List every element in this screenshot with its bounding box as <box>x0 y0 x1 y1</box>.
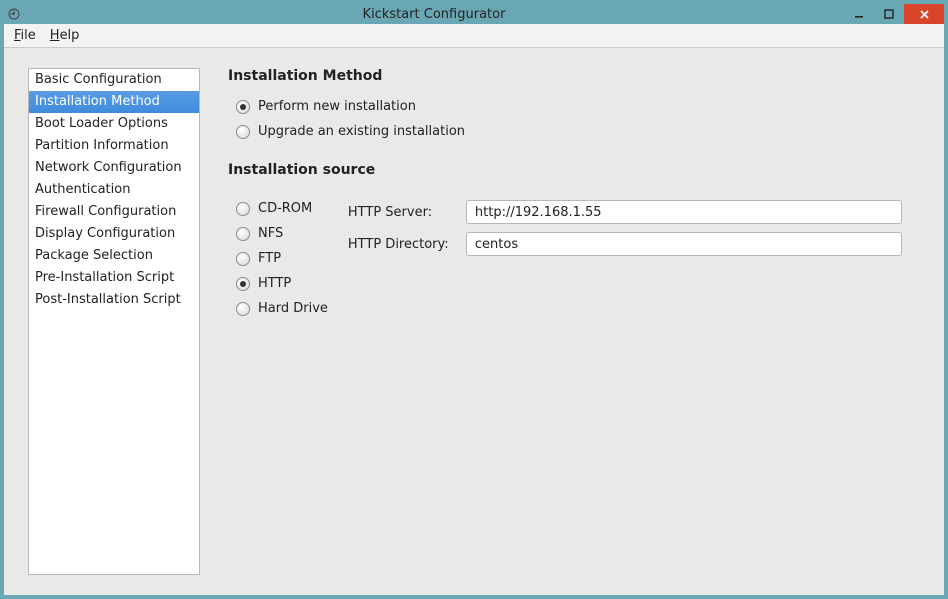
radio-label: Perform new installation <box>258 99 416 114</box>
radio-icon <box>236 125 250 139</box>
radio-icon <box>236 100 250 114</box>
sidebar-item-post-installation-script[interactable]: Post-Installation Script <box>29 289 199 311</box>
http-directory-label: HTTP Directory: <box>348 237 456 252</box>
radio-new-install[interactable]: Perform new installation <box>228 94 920 119</box>
radio-label: Hard Drive <box>258 301 328 316</box>
http-directory-input[interactable] <box>466 232 902 256</box>
window-controls <box>844 4 944 24</box>
sidebar-item-package-selection[interactable]: Package Selection <box>29 245 199 267</box>
radio-harddrive[interactable]: Hard Drive <box>228 296 328 321</box>
sidebar-item-boot-loader-options[interactable]: Boot Loader Options <box>29 113 199 135</box>
main-panel: Installation Method Perform new installa… <box>228 68 920 575</box>
sidebar-item-firewall-configuration[interactable]: Firewall Configuration <box>29 201 199 223</box>
sidebar-item-pre-installation-script[interactable]: Pre-Installation Script <box>29 267 199 289</box>
radio-http[interactable]: HTTP <box>228 271 328 296</box>
section-title-installation-method: Installation Method <box>228 68 920 84</box>
maximize-button[interactable] <box>874 4 904 24</box>
radio-label: HTTP <box>258 276 291 291</box>
body: Basic Configuration Installation Method … <box>4 48 944 595</box>
http-server-input[interactable] <box>466 200 902 224</box>
section-title-installation-source: Installation source <box>228 162 920 178</box>
radio-nfs[interactable]: NFS <box>228 221 328 246</box>
radio-icon <box>236 277 250 291</box>
radio-icon <box>236 252 250 266</box>
sidebar-item-partition-information[interactable]: Partition Information <box>29 135 199 157</box>
application-window: Kickstart Configurator File Help Basic C… <box>0 0 948 599</box>
radio-upgrade[interactable]: Upgrade an existing installation <box>228 119 920 144</box>
close-button[interactable] <box>904 4 944 24</box>
sidebar-item-network-configuration[interactable]: Network Configuration <box>29 157 199 179</box>
radio-label: CD-ROM <box>258 201 312 216</box>
menu-file[interactable]: File <box>14 28 36 43</box>
sidebar[interactable]: Basic Configuration Installation Method … <box>28 68 200 575</box>
titlebar: Kickstart Configurator <box>4 4 944 24</box>
sidebar-item-authentication[interactable]: Authentication <box>29 179 199 201</box>
menubar: File Help <box>4 24 944 48</box>
radio-label: FTP <box>258 251 281 266</box>
window-title: Kickstart Configurator <box>24 7 844 22</box>
http-fields: HTTP Server: HTTP Directory: <box>348 196 920 321</box>
radio-icon <box>236 227 250 241</box>
menu-help[interactable]: Help <box>50 28 80 43</box>
app-icon <box>4 4 24 24</box>
source-radio-group: CD-ROM NFS FTP HTTP <box>228 196 328 321</box>
http-server-label: HTTP Server: <box>348 205 456 220</box>
radio-ftp[interactable]: FTP <box>228 246 328 271</box>
sidebar-item-display-configuration[interactable]: Display Configuration <box>29 223 199 245</box>
sidebar-item-basic-configuration[interactable]: Basic Configuration <box>29 69 199 91</box>
minimize-button[interactable] <box>844 4 874 24</box>
radio-label: NFS <box>258 226 283 241</box>
radio-icon <box>236 302 250 316</box>
sidebar-item-installation-method[interactable]: Installation Method <box>29 91 199 113</box>
radio-icon <box>236 202 250 216</box>
radio-label: Upgrade an existing installation <box>258 124 465 139</box>
radio-cdrom[interactable]: CD-ROM <box>228 196 328 221</box>
